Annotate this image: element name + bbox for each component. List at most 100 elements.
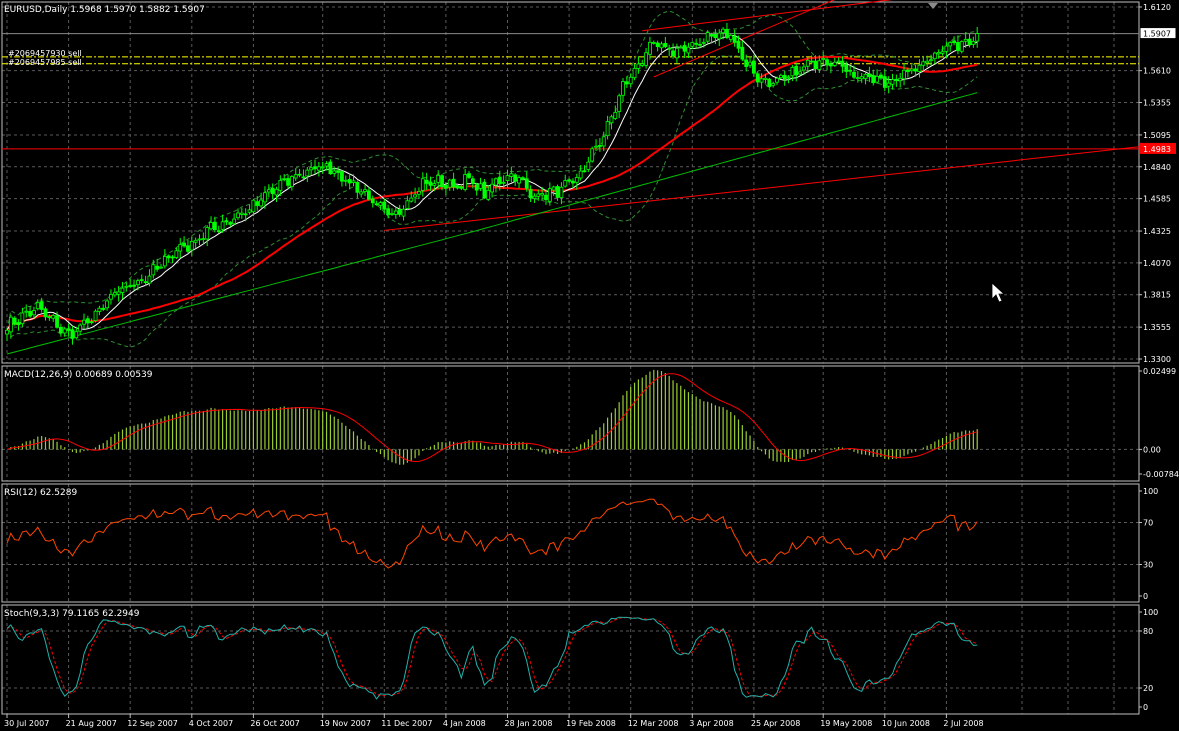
- candle-body: [528, 189, 533, 199]
- candle-body: [197, 238, 202, 241]
- candle-body: [717, 32, 722, 40]
- candle-body: [216, 230, 221, 233]
- candle-body: [532, 195, 537, 199]
- candle-body: [463, 174, 468, 190]
- candle-body: [902, 69, 906, 80]
- time-tick-label: 30 Jul 2007: [4, 719, 49, 728]
- candle-body: [316, 166, 321, 171]
- candle-body: [775, 77, 779, 83]
- time-tick-label: 11 Dec 2007: [381, 719, 432, 728]
- candle-body: [101, 307, 106, 310]
- price-tick-label: 1.3815: [1143, 291, 1171, 300]
- candle-body: [640, 63, 645, 66]
- rsi-tick-label: 70: [1143, 519, 1153, 528]
- candle-body: [174, 250, 179, 258]
- candle-body: [486, 189, 491, 200]
- candle-body: [428, 181, 433, 186]
- candle-body: [5, 329, 9, 335]
- candle-body: [343, 179, 348, 182]
- candle-body: [663, 42, 668, 48]
- candle-body: [393, 210, 398, 215]
- time-tick-label: 19 Feb 2008: [566, 719, 616, 728]
- candle-body: [12, 317, 17, 325]
- rsi-tick-label: 30: [1143, 561, 1153, 570]
- candle-body: [112, 292, 117, 296]
- candle-body: [255, 201, 260, 206]
- candle-body: [778, 74, 783, 79]
- candle-body: [228, 222, 233, 225]
- candle-body: [536, 193, 541, 197]
- candle-body: [270, 187, 275, 195]
- candle-body: [55, 315, 59, 328]
- candle-body: [467, 173, 471, 178]
- candle-body: [328, 161, 333, 175]
- candle-body: [648, 41, 652, 55]
- price-tick-label: 1.3555: [1143, 323, 1171, 332]
- candle-body: [340, 171, 344, 182]
- candle-body: [116, 291, 121, 295]
- candle-body: [89, 321, 94, 324]
- candle-body: [790, 67, 795, 77]
- candle-body: [243, 213, 248, 216]
- candle-body: [43, 308, 48, 318]
- candle-body: [906, 69, 910, 73]
- candle-body: [967, 38, 972, 46]
- candle-body: [879, 74, 883, 79]
- candle-body: [971, 40, 976, 45]
- candle-body: [93, 310, 98, 321]
- stoch-tick-label: 100: [1143, 608, 1158, 617]
- candle-body: [936, 52, 941, 55]
- candle-body: [320, 166, 325, 169]
- candle-body: [725, 29, 729, 39]
- candle-body: [128, 285, 133, 287]
- candle-body: [598, 145, 602, 147]
- candle-body: [844, 64, 849, 72]
- candle-body: [313, 166, 317, 170]
- candle-body: [917, 64, 922, 72]
- candle-body: [162, 256, 167, 267]
- candle-body: [882, 76, 887, 88]
- candle-body: [544, 194, 548, 200]
- candle-body: [336, 170, 341, 173]
- candle-body: [956, 42, 960, 52]
- candle-body: [397, 209, 402, 215]
- candle-body: [132, 284, 136, 287]
- candle-body: [359, 191, 364, 195]
- candle-body: [632, 67, 637, 79]
- candle-body: [767, 78, 772, 88]
- candle-body: [540, 193, 545, 196]
- candle-body: [567, 179, 571, 182]
- candle-body: [455, 185, 460, 189]
- candle-body: [521, 177, 525, 180]
- candle-body: [263, 192, 267, 203]
- candle-body: [609, 116, 614, 124]
- candle-body: [925, 60, 930, 64]
- candle-body: [159, 266, 163, 269]
- candle-body: [347, 178, 352, 184]
- candle-body: [929, 59, 933, 62]
- candle-body: [32, 310, 36, 316]
- candle-body: [517, 177, 521, 184]
- candle-body: [594, 145, 598, 148]
- candle-body: [763, 77, 768, 80]
- candle-body: [332, 170, 337, 174]
- candle-body: [559, 186, 564, 198]
- candle-body: [682, 45, 687, 52]
- candle-body: [382, 201, 387, 210]
- candle-body: [440, 175, 444, 188]
- candle-body: [170, 256, 175, 259]
- candle-body: [624, 81, 629, 85]
- candle-body: [220, 221, 225, 230]
- candle-body: [909, 68, 914, 72]
- candle-body: [859, 76, 864, 80]
- candle-body: [636, 63, 641, 69]
- candle-body: [24, 310, 29, 313]
- candle-body: [28, 310, 33, 317]
- candle-body: [921, 61, 926, 66]
- candle-body: [886, 82, 891, 87]
- candle-body: [932, 52, 937, 60]
- stoch-tick-label: 0: [1143, 703, 1148, 712]
- candle-body: [590, 148, 595, 162]
- macd-tick-label: -0.00784: [1143, 470, 1179, 479]
- candle-body: [474, 184, 479, 191]
